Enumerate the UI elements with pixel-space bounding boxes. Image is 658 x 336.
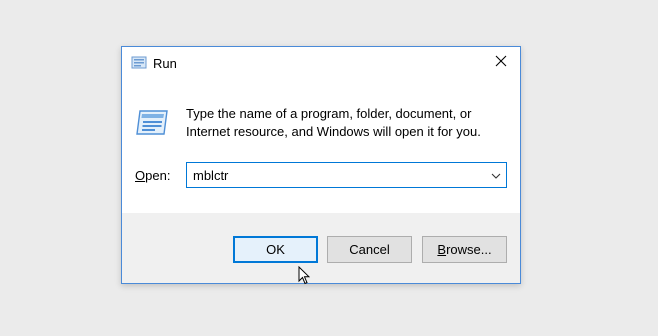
run-icon bbox=[131, 56, 147, 70]
open-label-accesskey: O bbox=[135, 168, 146, 183]
dialog-description: Type the name of a program, folder, docu… bbox=[186, 106, 481, 139]
run-dialog: Run Type the name of a program, folder, bbox=[121, 46, 521, 284]
window-title: Run bbox=[153, 56, 177, 71]
cancel-button[interactable]: Cancel bbox=[327, 236, 412, 263]
dropdown-button[interactable] bbox=[486, 163, 506, 187]
browse-accesskey: B bbox=[437, 242, 447, 257]
open-input[interactable]: mblctr bbox=[193, 168, 228, 183]
open-label: Open: bbox=[135, 168, 170, 183]
chevron-down-icon bbox=[491, 166, 501, 184]
button-bar: OK Cancel Browse... bbox=[122, 213, 520, 283]
ok-button[interactable]: OK bbox=[233, 236, 318, 263]
close-icon bbox=[495, 54, 507, 72]
desktop-background: Run Type the name of a program, folder, bbox=[0, 0, 658, 336]
open-label-text: pen: bbox=[145, 168, 171, 183]
browse-button[interactable]: Browse... bbox=[422, 236, 507, 263]
title-bar[interactable]: Run bbox=[122, 47, 520, 81]
browse-label: rowse... bbox=[446, 242, 492, 257]
mouse-cursor-icon bbox=[298, 265, 311, 285]
close-button[interactable] bbox=[482, 47, 520, 79]
run-large-icon bbox=[134, 108, 170, 138]
open-combobox[interactable]: mblctr bbox=[186, 162, 507, 188]
